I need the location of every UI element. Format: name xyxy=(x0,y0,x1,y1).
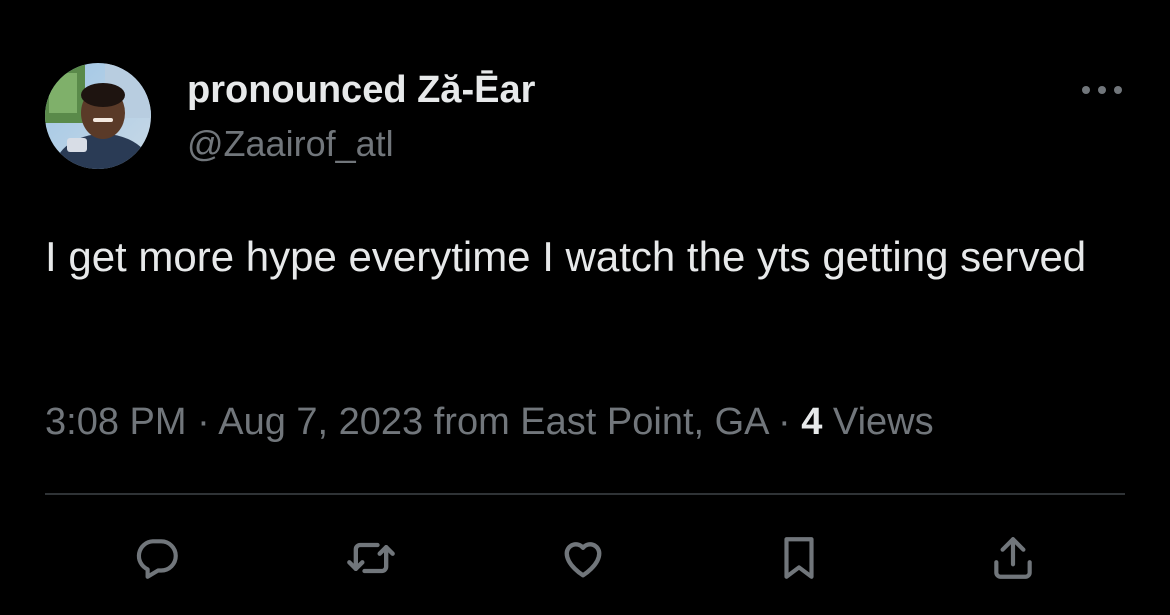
views-label: Views xyxy=(822,401,934,443)
more-dots-icon xyxy=(1082,86,1122,94)
comment-icon xyxy=(136,539,178,579)
tweet-detail: pronounced Ză-Ēar @Zaairof_atl I get mor… xyxy=(0,0,1170,615)
tweet-time[interactable]: 3:08 PM xyxy=(45,401,187,443)
share-button[interactable] xyxy=(985,530,1041,586)
author-display-name[interactable]: pronounced Ză-Ēar xyxy=(187,68,535,112)
tweet-text: I get more hype everytime I watch the yt… xyxy=(45,233,1087,280)
more-options-button[interactable] xyxy=(1074,70,1130,110)
reply-button[interactable] xyxy=(129,530,185,586)
retweet-icon xyxy=(347,542,395,574)
like-button[interactable] xyxy=(555,530,611,586)
retweet-button[interactable] xyxy=(343,530,399,586)
share-icon xyxy=(994,537,1032,579)
bookmark-icon xyxy=(784,537,814,579)
tweet-date[interactable]: Aug 7, 2023 xyxy=(218,401,423,443)
divider xyxy=(45,493,1125,495)
meta-separator: · xyxy=(186,401,219,443)
views-count: 4 xyxy=(801,401,823,443)
meta-separator-2: · xyxy=(767,401,802,443)
tweet-location: from East Point, GA xyxy=(423,401,768,443)
avatar-photo xyxy=(45,63,151,169)
avatar[interactable] xyxy=(45,63,151,169)
bookmark-button[interactable] xyxy=(771,530,827,586)
tweet-meta: 3:08 PM · Aug 7, 2023 from East Point, G… xyxy=(45,398,934,446)
author-handle[interactable]: @Zaairof_atl xyxy=(187,123,394,165)
heart-icon xyxy=(564,542,602,578)
